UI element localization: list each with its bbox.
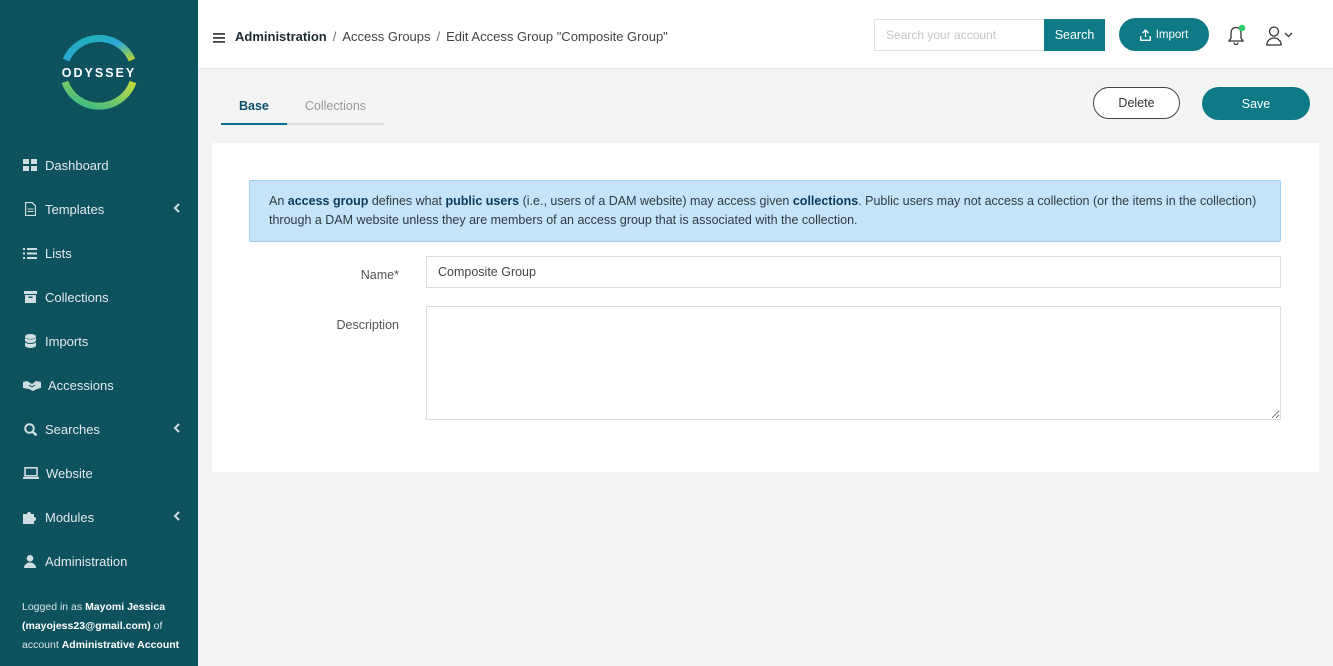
document-icon: [22, 201, 38, 217]
sidebar-item-modules[interactable]: Modules: [0, 495, 198, 539]
sidebar-item-label: Collections: [45, 289, 109, 305]
breadcrumb-administration[interactable]: Administration: [235, 29, 327, 44]
import-label: Import: [1155, 28, 1189, 41]
odyssey-logo[interactable]: ODYSSEY: [58, 30, 140, 112]
sidebar-item-label: Administration: [45, 553, 128, 569]
form-card: An access group defines what public user…: [212, 143, 1319, 472]
alert-text: An: [269, 194, 288, 208]
breadcrumb: Administration / Access Groups / Edit Access…: [235, 29, 668, 44]
sidebar-item-templates[interactable]: Templates: [0, 187, 198, 231]
logo-text: ODYSSEY: [61, 66, 137, 80]
sidebar-item-administration[interactable]: Administration: [0, 539, 198, 583]
puzzle-icon: [22, 509, 38, 525]
sidebar-item-label: Templates: [45, 201, 105, 217]
sidebar-item-label: Accessions: [48, 377, 114, 393]
sidebar-item-label: Searches: [45, 421, 100, 437]
sidebar-item-label: Imports: [45, 333, 89, 349]
sidebar-item-lists[interactable]: Lists: [0, 231, 198, 275]
sidebar: ODYSSEY Dashboard Templates Lists Collec…: [0, 0, 198, 666]
breadcrumb-separator: /: [332, 29, 337, 44]
name-label: Name*: [360, 268, 399, 282]
search-input[interactable]: [874, 19, 1045, 51]
import-button[interactable]: Import: [1119, 18, 1209, 51]
name-field[interactable]: [426, 256, 1281, 288]
breadcrumb-current: Edit Access Group "Composite Group": [446, 29, 668, 44]
login-account-name: Administrative Account: [61, 639, 180, 651]
dashboard-icon: [22, 157, 38, 173]
sidebar-item-accessions[interactable]: Accessions: [0, 363, 198, 407]
breadcrumb-access-groups[interactable]: Access Groups: [342, 29, 430, 44]
sidebar-item-imports[interactable]: Imports: [0, 319, 198, 363]
sidebar-item-label: Lists: [45, 245, 72, 261]
chevron-left-icon[interactable]: [173, 510, 181, 522]
top-header: Administration / Access Groups / Edit Access…: [198, 0, 1333, 69]
alert-emphasis: collections: [792, 194, 859, 208]
alert-text: defines what: [368, 194, 446, 208]
search-button[interactable]: Search: [1044, 19, 1105, 51]
sidebar-item-label: Modules: [45, 509, 95, 525]
login-info: Logged in as Mayomi Jessica (mayojess23@…: [22, 598, 187, 655]
save-button[interactable]: Save: [1202, 87, 1310, 120]
database-icon: [22, 333, 38, 349]
alert-text: (i.e., users of a DAM website) may acces…: [519, 194, 793, 208]
description-field[interactable]: [426, 306, 1281, 420]
list-icon: [22, 245, 38, 261]
notification-bell-icon[interactable]: [1227, 24, 1247, 46]
description-label: Description: [336, 318, 399, 332]
sidebar-item-website[interactable]: Website: [0, 451, 198, 495]
upload-icon: [1139, 28, 1151, 41]
user-menu-icon[interactable]: [1266, 26, 1296, 46]
tab-base[interactable]: Base: [221, 88, 287, 125]
handshake-icon: [22, 377, 41, 393]
sidebar-item-dashboard[interactable]: Dashboard: [0, 143, 198, 187]
user-icon: [22, 553, 38, 569]
chevron-left-icon[interactable]: [173, 202, 181, 214]
archive-icon: [22, 289, 38, 305]
login-user-name: Mayomi Jessica: [85, 601, 166, 613]
sidebar-item-searches[interactable]: Searches: [0, 407, 198, 451]
sidebar-item-collections[interactable]: Collections: [0, 275, 198, 319]
sidebar-item-label: Dashboard: [45, 157, 109, 173]
search-icon: [22, 421, 38, 437]
info-alert: An access group defines what public user…: [249, 180, 1281, 242]
chevron-left-icon[interactable]: [173, 422, 181, 434]
alert-emphasis: public users: [445, 194, 520, 208]
breadcrumb-separator: /: [436, 29, 441, 44]
laptop-icon: [22, 465, 39, 481]
delete-button[interactable]: Delete: [1093, 87, 1180, 119]
tab-collections[interactable]: Collections: [286, 88, 385, 125]
login-prefix: Logged in as: [22, 601, 86, 613]
sidebar-item-label: Website: [46, 465, 93, 481]
alert-emphasis: access group: [287, 194, 369, 208]
login-email: (mayojess23@gmail.com): [22, 620, 151, 632]
sidebar-nav: Dashboard Templates Lists Collections Im…: [0, 143, 198, 583]
hamburger-menu-icon[interactable]: [213, 33, 225, 43]
tab-bar: Base Collections: [221, 88, 385, 125]
